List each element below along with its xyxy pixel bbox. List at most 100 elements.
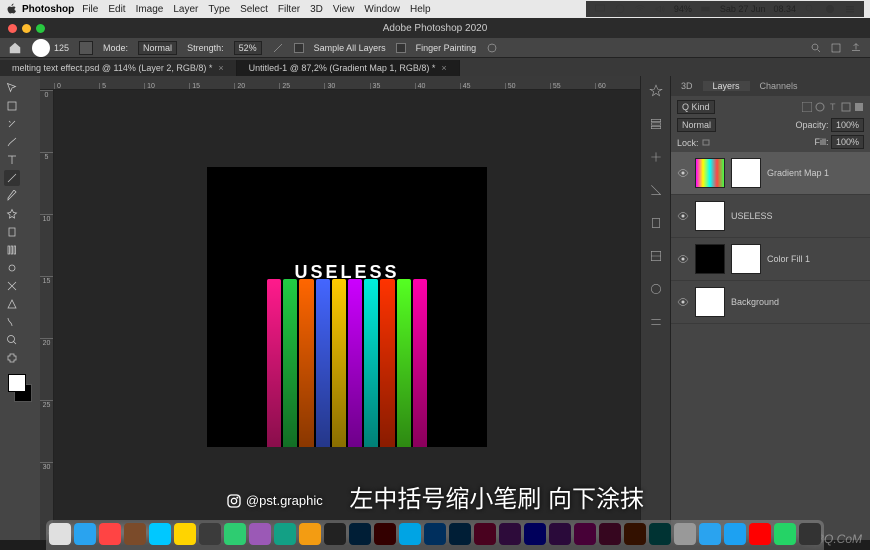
menu-3d[interactable]: 3D xyxy=(310,4,323,15)
artboard[interactable]: USELESS xyxy=(207,167,487,447)
panel-icon-4[interactable] xyxy=(649,216,663,235)
dock-app[interactable] xyxy=(374,523,396,545)
dock-app[interactable] xyxy=(199,523,221,545)
menu-type[interactable]: Type xyxy=(208,4,230,15)
sample-all-checkbox[interactable] xyxy=(294,43,304,53)
dock-app[interactable] xyxy=(224,523,246,545)
filter-adjust-icon[interactable] xyxy=(815,102,825,112)
dock-app[interactable] xyxy=(49,523,71,545)
tool-8[interactable] xyxy=(4,224,20,240)
dock-app[interactable] xyxy=(249,523,271,545)
layer-filter[interactable]: Q Kind xyxy=(677,100,715,114)
dock-app[interactable] xyxy=(699,523,721,545)
tool-0[interactable] xyxy=(4,80,20,96)
tool-5[interactable] xyxy=(4,170,20,186)
close-tab-icon[interactable]: × xyxy=(218,63,223,73)
menu-filter[interactable]: Filter xyxy=(278,4,300,15)
strength-input[interactable]: 52% xyxy=(234,41,262,55)
panel-icon-5[interactable] xyxy=(649,249,663,268)
traffic-lights[interactable] xyxy=(0,24,45,33)
visibility-icon[interactable] xyxy=(677,167,689,179)
pressure-icon[interactable] xyxy=(272,42,284,54)
panel-tab-channels[interactable]: Channels xyxy=(750,81,808,91)
panel-icon-7[interactable] xyxy=(649,315,663,334)
workspace-icon[interactable] xyxy=(830,42,842,54)
tool-1[interactable] xyxy=(4,98,20,114)
dock-app[interactable] xyxy=(299,523,321,545)
dock-app[interactable] xyxy=(399,523,421,545)
search-icon[interactable] xyxy=(804,3,816,15)
dock-app[interactable] xyxy=(474,523,496,545)
layer-mask[interactable] xyxy=(731,244,761,274)
filter-smart-icon[interactable] xyxy=(854,102,864,112)
dock-app[interactable] xyxy=(349,523,371,545)
minimize-window[interactable] xyxy=(22,24,31,33)
tool-13[interactable] xyxy=(4,314,20,330)
dock-app[interactable] xyxy=(574,523,596,545)
maximize-window[interactable] xyxy=(36,24,45,33)
tool-2[interactable] xyxy=(4,116,20,132)
dock-app[interactable] xyxy=(774,523,796,545)
dock-app[interactable] xyxy=(799,523,821,545)
dock-app[interactable] xyxy=(724,523,746,545)
menu-edit[interactable]: Edit xyxy=(108,4,125,15)
dock-app[interactable] xyxy=(149,523,171,545)
tool-12[interactable] xyxy=(4,296,20,312)
filter-image-icon[interactable] xyxy=(802,102,812,112)
document-tab[interactable]: Untitled-1 @ 87,2% (Gradient Map 1, RGB/… xyxy=(237,60,460,76)
menu-help[interactable]: Help xyxy=(410,4,431,15)
tool-3[interactable] xyxy=(4,134,20,150)
tablet-icon[interactable] xyxy=(486,42,498,54)
close-window[interactable] xyxy=(8,24,17,33)
menu-layer[interactable]: Layer xyxy=(173,4,198,15)
siri-icon[interactable] xyxy=(824,3,836,15)
opacity-input[interactable]: 100% xyxy=(831,118,864,132)
brush-preset[interactable]: 125 xyxy=(32,39,69,57)
menu-window[interactable]: Window xyxy=(364,4,400,15)
dock-app[interactable] xyxy=(99,523,121,545)
visibility-icon[interactable] xyxy=(677,210,689,222)
dock-app[interactable] xyxy=(674,523,696,545)
dock-app[interactable] xyxy=(649,523,671,545)
home-icon[interactable] xyxy=(8,41,22,55)
dock-app[interactable] xyxy=(174,523,196,545)
tool-15[interactable] xyxy=(4,350,20,366)
panel-icon-2[interactable] xyxy=(649,150,663,169)
panel-icon-1[interactable] xyxy=(649,117,663,136)
finger-checkbox[interactable] xyxy=(396,43,406,53)
layer-thumb[interactable] xyxy=(695,201,725,231)
layer-mask[interactable] xyxy=(731,158,761,188)
share-icon[interactable] xyxy=(850,42,862,54)
dock-app[interactable] xyxy=(549,523,571,545)
dock-app[interactable] xyxy=(499,523,521,545)
menu-select[interactable]: Select xyxy=(240,4,268,15)
tool-6[interactable] xyxy=(4,188,20,204)
menu-image[interactable]: Image xyxy=(136,4,164,15)
panel-icon-3[interactable] xyxy=(649,183,663,202)
notification-icon[interactable] xyxy=(844,3,856,15)
blend-mode[interactable]: Normal xyxy=(677,118,716,132)
dock-app[interactable] xyxy=(424,523,446,545)
dock-app[interactable] xyxy=(524,523,546,545)
dock-app[interactable] xyxy=(124,523,146,545)
document-tab[interactable]: melting text effect.psd @ 114% (Layer 2,… xyxy=(0,60,237,76)
panel-tab-layers[interactable]: Layers xyxy=(703,81,750,91)
lock-icon[interactable] xyxy=(701,136,711,146)
visibility-icon[interactable] xyxy=(677,296,689,308)
tool-4[interactable] xyxy=(4,152,20,168)
tool-11[interactable] xyxy=(4,278,20,294)
layer-row[interactable]: Gradient Map 1 xyxy=(671,152,870,195)
layer-thumb[interactable] xyxy=(695,244,725,274)
dock-app[interactable] xyxy=(749,523,771,545)
dock-app[interactable] xyxy=(449,523,471,545)
filter-text-icon[interactable]: T xyxy=(828,102,838,112)
panel-icon-6[interactable] xyxy=(649,282,663,301)
layer-row[interactable]: Background xyxy=(671,281,870,324)
panel-tab-3d[interactable]: 3D xyxy=(671,81,703,91)
fg-bg-colors[interactable] xyxy=(8,374,32,402)
tool-10[interactable] xyxy=(4,260,20,276)
menu-view[interactable]: View xyxy=(333,4,355,15)
tool-7[interactable] xyxy=(4,206,20,222)
layer-thumb[interactable] xyxy=(695,158,725,188)
dock-app[interactable] xyxy=(624,523,646,545)
